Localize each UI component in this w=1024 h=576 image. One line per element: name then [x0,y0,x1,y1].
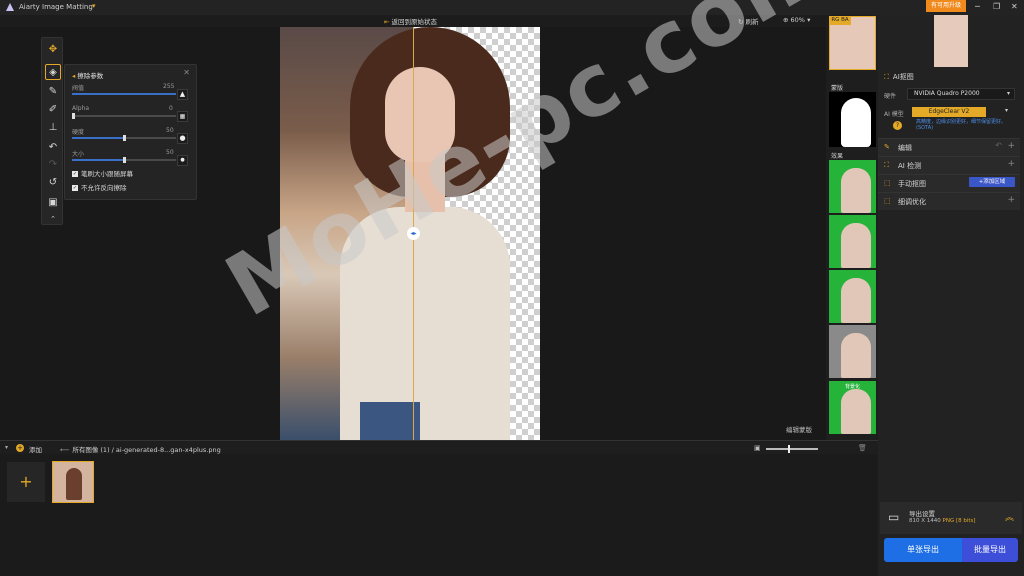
export-meta: 810 X 1440 PNG [8 bits] [909,518,976,524]
section-edit[interactable]: ✎ 编辑 ↶ + [878,138,1020,156]
erase-params-panel: ◂ 擦除参数 ✕ 阀值 255 ▲ Alpha 0 ▦ 硬度 50 ● 大小 50… [64,64,197,200]
batch-export-button[interactable]: 批量导出 [962,538,1018,562]
rgba-badge: RG BA [829,16,851,25]
eraser-tool-icon[interactable]: ◈ [45,64,61,80]
image-size-icon: ▣ [754,444,761,452]
circle-hard-icon[interactable]: ● [177,133,188,144]
mask-thumb[interactable] [829,92,876,147]
plus-icon[interactable]: + [1007,159,1015,169]
title-bar: Aiarty Image Matting ▾ 有可用升级 ─ ❐ ✕ [0,0,1024,15]
model-label: AI 模型 [884,111,904,118]
filmstrip [0,454,878,576]
hardware-select[interactable]: NVIDIA Quadro P2000 ▾ [907,88,1015,100]
stamp-tool-icon[interactable]: ⊥ [45,120,61,136]
trash-icon[interactable]: 🗑 [858,444,867,452]
mask-label: 蒙版 [831,85,844,92]
restore-button[interactable]: ❐ [993,2,1000,11]
hardness-label: 硬度 [72,129,85,136]
preview-thumb [934,15,968,67]
export-settings[interactable]: ▭ 导出设置 810 X 1440 PNG [8 bits] ︽ [880,502,1022,534]
chevron-up-icon[interactable]: ︽ [1005,510,1014,523]
chevron-down-icon[interactable]: ▾ [5,444,8,451]
layer-strip: RG BA 蒙版 效果 背景化 [826,15,878,440]
brush-tool-icon[interactable]: ✎ [45,84,61,100]
chevron-down-icon[interactable]: ▾ [1005,107,1008,114]
image-thumbnail[interactable] [52,461,94,503]
reset-icon[interactable]: ↺ [45,175,61,191]
ai-keying-icon: ⛶ [884,73,889,81]
tool-strip: ✥ ◈ ✎ ✐ ⊥ ↶ ↷ ↺ ▣ ⌃ [41,37,63,225]
effect-thumb[interactable] [829,325,876,378]
model-description: 高精度，边缘识别更好，细节保留更好。(SOTA) [916,119,1007,131]
add-button[interactable]: 添加 [29,444,42,454]
size-value: 50 [166,149,174,156]
redo-icon[interactable]: ↷ [45,157,61,173]
restore-icon: ⇤ [384,18,390,26]
circle-size-icon[interactable]: ● [177,155,188,166]
triangle-icon[interactable]: ▲ [177,89,188,100]
paint-tool-icon[interactable]: ✐ [45,102,61,118]
check-icon: ✓ [72,185,78,191]
model-select[interactable]: EdgeClear V2 [912,107,986,117]
undo-icon[interactable]: ↶ [45,140,61,156]
app-logo-icon [6,3,14,11]
close-icon[interactable]: ✕ [183,68,190,77]
threshold-label: 阀值 [72,85,85,92]
threshold-value: 255 [163,83,175,90]
app-title: Aiarty Image Matting [19,3,93,11]
upgrade-button[interactable]: 有可用升级 [926,0,966,12]
caret-icon: ◂ [72,72,76,80]
brush-follow-screen-checkbox[interactable]: ✓ 笔刷大小跟随屏幕 [72,168,133,178]
undo-icon[interactable]: ↶ [995,141,1002,150]
compare-view-icon[interactable]: ▣ [45,195,61,211]
minimize-button[interactable]: ─ [975,2,980,11]
checker-icon[interactable]: ▦ [177,111,188,122]
hardware-label: 硬件 [884,93,897,100]
effect-thumb[interactable] [829,215,876,268]
section-fine-tune[interactable]: ⬚ 细调优化 + [878,192,1020,210]
no-reverse-erase-checkbox[interactable]: ✓ 不允许反向擦除 [72,182,127,192]
close-button[interactable]: ✕ [1011,2,1018,11]
size-slider[interactable] [72,157,176,163]
chevron-down-icon: ▾ [1006,90,1010,97]
help-icon[interactable]: ? [893,121,902,130]
detect-icon: ⛶ [884,161,889,169]
collapse-icon[interactable]: ⌃ [45,211,61,227]
hardness-slider[interactable] [72,135,176,141]
add-region-button[interactable]: +添加区域 [969,177,1015,187]
add-image-tile[interactable]: + [7,462,45,502]
manual-select-icon: ⬚ [884,179,891,187]
params-title: ◂ 擦除参数 [72,72,104,80]
breadcrumb: ⟵ 所有图像 (1) / ai-generated-8...gan-x4plus.… [60,446,221,454]
plus-icon[interactable]: + [1007,141,1015,151]
fine-tune-icon: ⬚ [884,197,891,205]
export-settings-icon: ▭ [888,510,900,524]
alpha-slider[interactable] [72,113,176,119]
effect-thumb[interactable] [829,160,876,213]
threshold-slider[interactable] [72,93,176,95]
thumbnail-size-slider[interactable] [766,445,818,453]
size-label: 大小 [72,151,85,158]
move-tool-icon[interactable]: ✥ [45,42,61,58]
hardness-value: 50 [166,127,174,134]
bottom-bar: ▾ + 添加 ⟵ 所有图像 (1) / ai-generated-8...gan-… [0,440,878,454]
export-title: 导出设置 [909,510,935,518]
alpha-label: Alpha [72,105,90,112]
ai-keying-header: ⛶ AI抠图 [884,73,914,81]
chevron-down-icon[interactable]: ▾ [92,2,96,10]
check-icon: ✓ [72,171,78,177]
back-to-original-button[interactable]: ⇤ 返回到原始状态 [384,16,437,26]
add-icon[interactable]: + [16,444,24,452]
effect-label: 背景化 [845,384,861,390]
effects-label: 效果 [831,153,844,160]
plus-icon[interactable]: + [1007,195,1015,205]
section-ai-detect[interactable]: ⛶ AI 检测 + [878,156,1020,174]
single-export-button[interactable]: 单张导出 [884,538,962,562]
back-arrow-icon[interactable]: ⟵ [60,446,69,454]
alpha-value: 0 [169,105,173,112]
effect-thumb[interactable] [829,270,876,323]
edit-icon: ✎ [884,143,890,151]
edit-mask-button[interactable]: 编辑蒙版 [786,424,812,434]
